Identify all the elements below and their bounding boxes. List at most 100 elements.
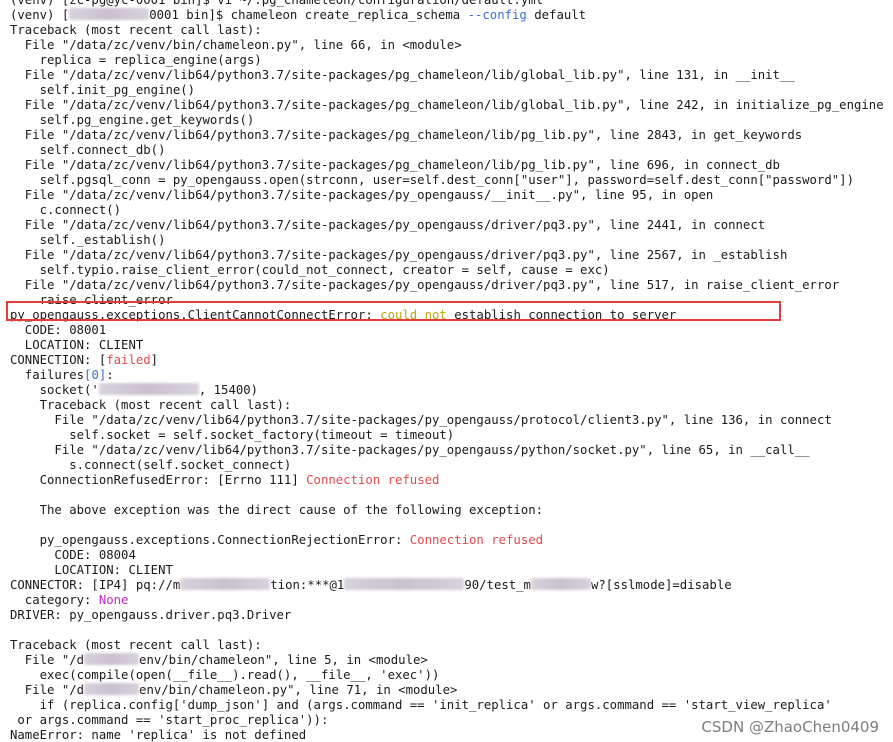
terminal-text: :: [106, 368, 114, 382]
terminal-line: File "/data/zc/venv/lib64/python3.7/site…: [10, 68, 795, 83]
terminal-text: self.pgsql_conn = py_opengauss.open(strc…: [10, 173, 854, 187]
terminal-text: c.connect(): [10, 203, 122, 217]
terminal-line: File "/data/zc/venv/lib64/python3.7/site…: [10, 128, 802, 143]
terminal-line: self._establish(): [10, 233, 166, 248]
terminal-text: File "/data/zc/venv/lib64/python3.7/site…: [10, 248, 788, 262]
terminal-text: LOCATION: CLIENT: [10, 338, 144, 352]
terminal-line: File "/data/zc/venv/lib64/python3.7/site…: [10, 188, 714, 203]
terminal-line: CONNECTOR: [IP4] pq://m tion:***@1 90/test…: [10, 578, 732, 593]
terminal-text: w?[sslmode]=disable: [590, 578, 732, 592]
terminal-text: LOCATION: CLIENT: [10, 563, 173, 577]
terminal-line: c.connect(): [10, 203, 121, 218]
terminal-line: (venv) [ 0001 bin]$ chameleon create_repl…: [10, 8, 586, 23]
terminal-line: File "/data/zc/venv/lib64/python3.7/site…: [10, 413, 832, 428]
terminal-line: File "/data/zc/venv/lib64/python3.7/site…: [10, 218, 765, 233]
terminal-line: Traceback (most recent call last):: [10, 638, 262, 653]
terminal-text: py_opengauss.exceptions.ConnectionReject…: [10, 533, 410, 547]
terminal-line: File "/d env/bin/chameleon", line 5, in <…: [10, 653, 428, 668]
error-highlight-box: [6, 301, 781, 321]
terminal-line: self.init_pg_engine(): [10, 83, 195, 98]
redacted-text: [344, 578, 465, 590]
terminal-text: File "/data/zc/venv/lib64/python3.7/site…: [10, 128, 803, 142]
terminal-text: 0001 bin]$ chameleon create_replica_sche…: [149, 8, 468, 22]
terminal-text: File "/data/zc/venv/lib64/python3.7/site…: [10, 68, 795, 82]
terminal-line: self.pg_engine.get_keywords(): [10, 113, 255, 128]
terminal-line: self.typio.raise_client_error(could_not_…: [10, 263, 610, 278]
terminal-text: File "/data/zc/venv/lib64/python3.7/site…: [10, 413, 832, 427]
terminal-line: or args.command == 'start_proc_replica')…: [10, 713, 328, 728]
terminal-line: if (replica.config['dump_json'] and (arg…: [10, 698, 832, 713]
terminal-line: CONNECTION: [failed]: [10, 353, 158, 368]
terminal-line: File "/data/zc/venv/lib64/python3.7/site…: [10, 158, 780, 173]
terminal-line: File "/d env/bin/chameleon.py", line 71, …: [10, 683, 457, 698]
terminal-text: CODE: 08001: [10, 323, 107, 337]
terminal-text: File "/data/zc/venv/bin/chameleon.py", l…: [10, 38, 462, 52]
terminal-text: Traceback (most recent call last):: [10, 23, 262, 37]
terminal-text: failed: [106, 353, 151, 367]
terminal-text: (venv) [: [10, 8, 70, 22]
terminal-line: The above exception was the direct cause…: [10, 503, 543, 518]
redacted-text: [180, 578, 271, 590]
terminal-line: CODE: 08004: [10, 548, 136, 563]
redacted-text: [84, 683, 140, 695]
terminal-line: failures[0]:: [10, 368, 114, 383]
terminal-line: LOCATION: CLIENT: [10, 563, 173, 578]
terminal-line: category: None: [10, 593, 129, 608]
terminal-line: Traceback (most recent call last):: [10, 398, 292, 413]
terminal-line: Traceback (most recent call last):: [10, 23, 262, 38]
terminal-text: --config: [467, 8, 527, 22]
terminal-text: None: [98, 593, 129, 607]
terminal-line: File "/data/zc/venv/lib64/python3.7/site…: [10, 443, 809, 458]
terminal-line: ConnectionRefusedError: [Errno 111] Conn…: [10, 473, 440, 488]
terminal-line: s.connect(self.socket_connect): [10, 458, 291, 473]
terminal-line: NameError: name 'replica' is not defined: [10, 728, 306, 742]
terminal-window[interactable]: (venv) [zc-pg@yc-0001 bin]$ vi ~/.pg_cha…: [0, 0, 893, 742]
terminal-text: Connection refused: [306, 473, 440, 487]
terminal-text: [0]: [84, 368, 107, 382]
terminal-line: CODE: 08001: [10, 323, 106, 338]
terminal-text: ConnectionRefusedError: [Errno 111]: [10, 473, 307, 487]
terminal-text: self.init_pg_engine(): [10, 83, 196, 97]
terminal-text: s.connect(self.socket_connect): [10, 458, 292, 472]
terminal-line: File "/data/zc/venv/lib64/python3.7/site…: [10, 98, 884, 113]
terminal-text: exec(compile(open(__file__).read(), __fi…: [10, 668, 440, 682]
terminal-text: , 15400): [198, 383, 259, 397]
terminal-line: self.connect_db(): [10, 143, 166, 158]
terminal-text: env/bin/chameleon", line 5, in <module>: [139, 653, 428, 667]
terminal-text: category:: [10, 593, 99, 607]
terminal-text: ]: [150, 353, 159, 367]
terminal-text: File "/data/zc/venv/lib64/python3.7/site…: [10, 218, 766, 232]
terminal-text: File "/data/zc/venv/lib64/python3.7/site…: [10, 158, 780, 172]
terminal-text: CODE: 08004: [10, 548, 136, 562]
terminal-text: (venv) [zc-pg@yc-0001 bin]$ vi ~/.pg_cha…: [10, 0, 544, 7]
terminal-line: py_opengauss.exceptions.ConnectionReject…: [10, 533, 543, 548]
terminal-text: self.socket = self.socket_factory(timeou…: [10, 428, 455, 442]
terminal-text: CONNECTION: [: [10, 353, 107, 367]
redacted-text: [84, 653, 140, 665]
terminal-text: File "/data/zc/venv/lib64/python3.7/site…: [10, 188, 714, 202]
terminal-text: self.typio.raise_client_error(could_not_…: [10, 263, 610, 277]
terminal-line: exec(compile(open(__file__).read(), __fi…: [10, 668, 440, 683]
terminal-text: socket(': [10, 383, 99, 397]
terminal-text: failures: [10, 368, 85, 382]
terminal-line: (venv) [zc-pg@yc-0001 bin]$ vi ~/.pg_cha…: [10, 0, 543, 8]
terminal-text: self._establish(): [10, 233, 166, 247]
terminal-line: replica = replica_engine(args): [10, 53, 262, 68]
terminal-text: Connection refused: [409, 533, 544, 547]
terminal-line: LOCATION: CLIENT: [10, 338, 143, 353]
redacted-text: [98, 383, 199, 395]
terminal-text: File "/data/zc/venv/lib64/python3.7/site…: [10, 98, 884, 112]
terminal-text: The above exception was the direct cause…: [10, 503, 544, 517]
terminal-text: DRIVER: py_opengauss.driver.pq3.Driver: [10, 608, 292, 622]
terminal-text: tion:***@1: [270, 578, 345, 592]
terminal-line: File "/data/zc/venv/lib64/python3.7/site…: [10, 278, 839, 293]
redacted-text: [530, 578, 591, 590]
terminal-text: File "/data/zc/venv/lib64/python3.7/site…: [10, 278, 840, 292]
terminal-text: Traceback (most recent call last):: [10, 398, 292, 412]
terminal-text: env/bin/chameleon.py", line 71, in <modu…: [139, 683, 458, 697]
terminal-text: replica = replica_engine(args): [10, 53, 262, 67]
terminal-text: self.connect_db(): [10, 143, 166, 157]
terminal-text: File "/d: [10, 653, 85, 667]
terminal-text: 90/test_m: [464, 578, 531, 592]
terminal-text: NameError: name 'replica' is not defined: [10, 728, 307, 742]
